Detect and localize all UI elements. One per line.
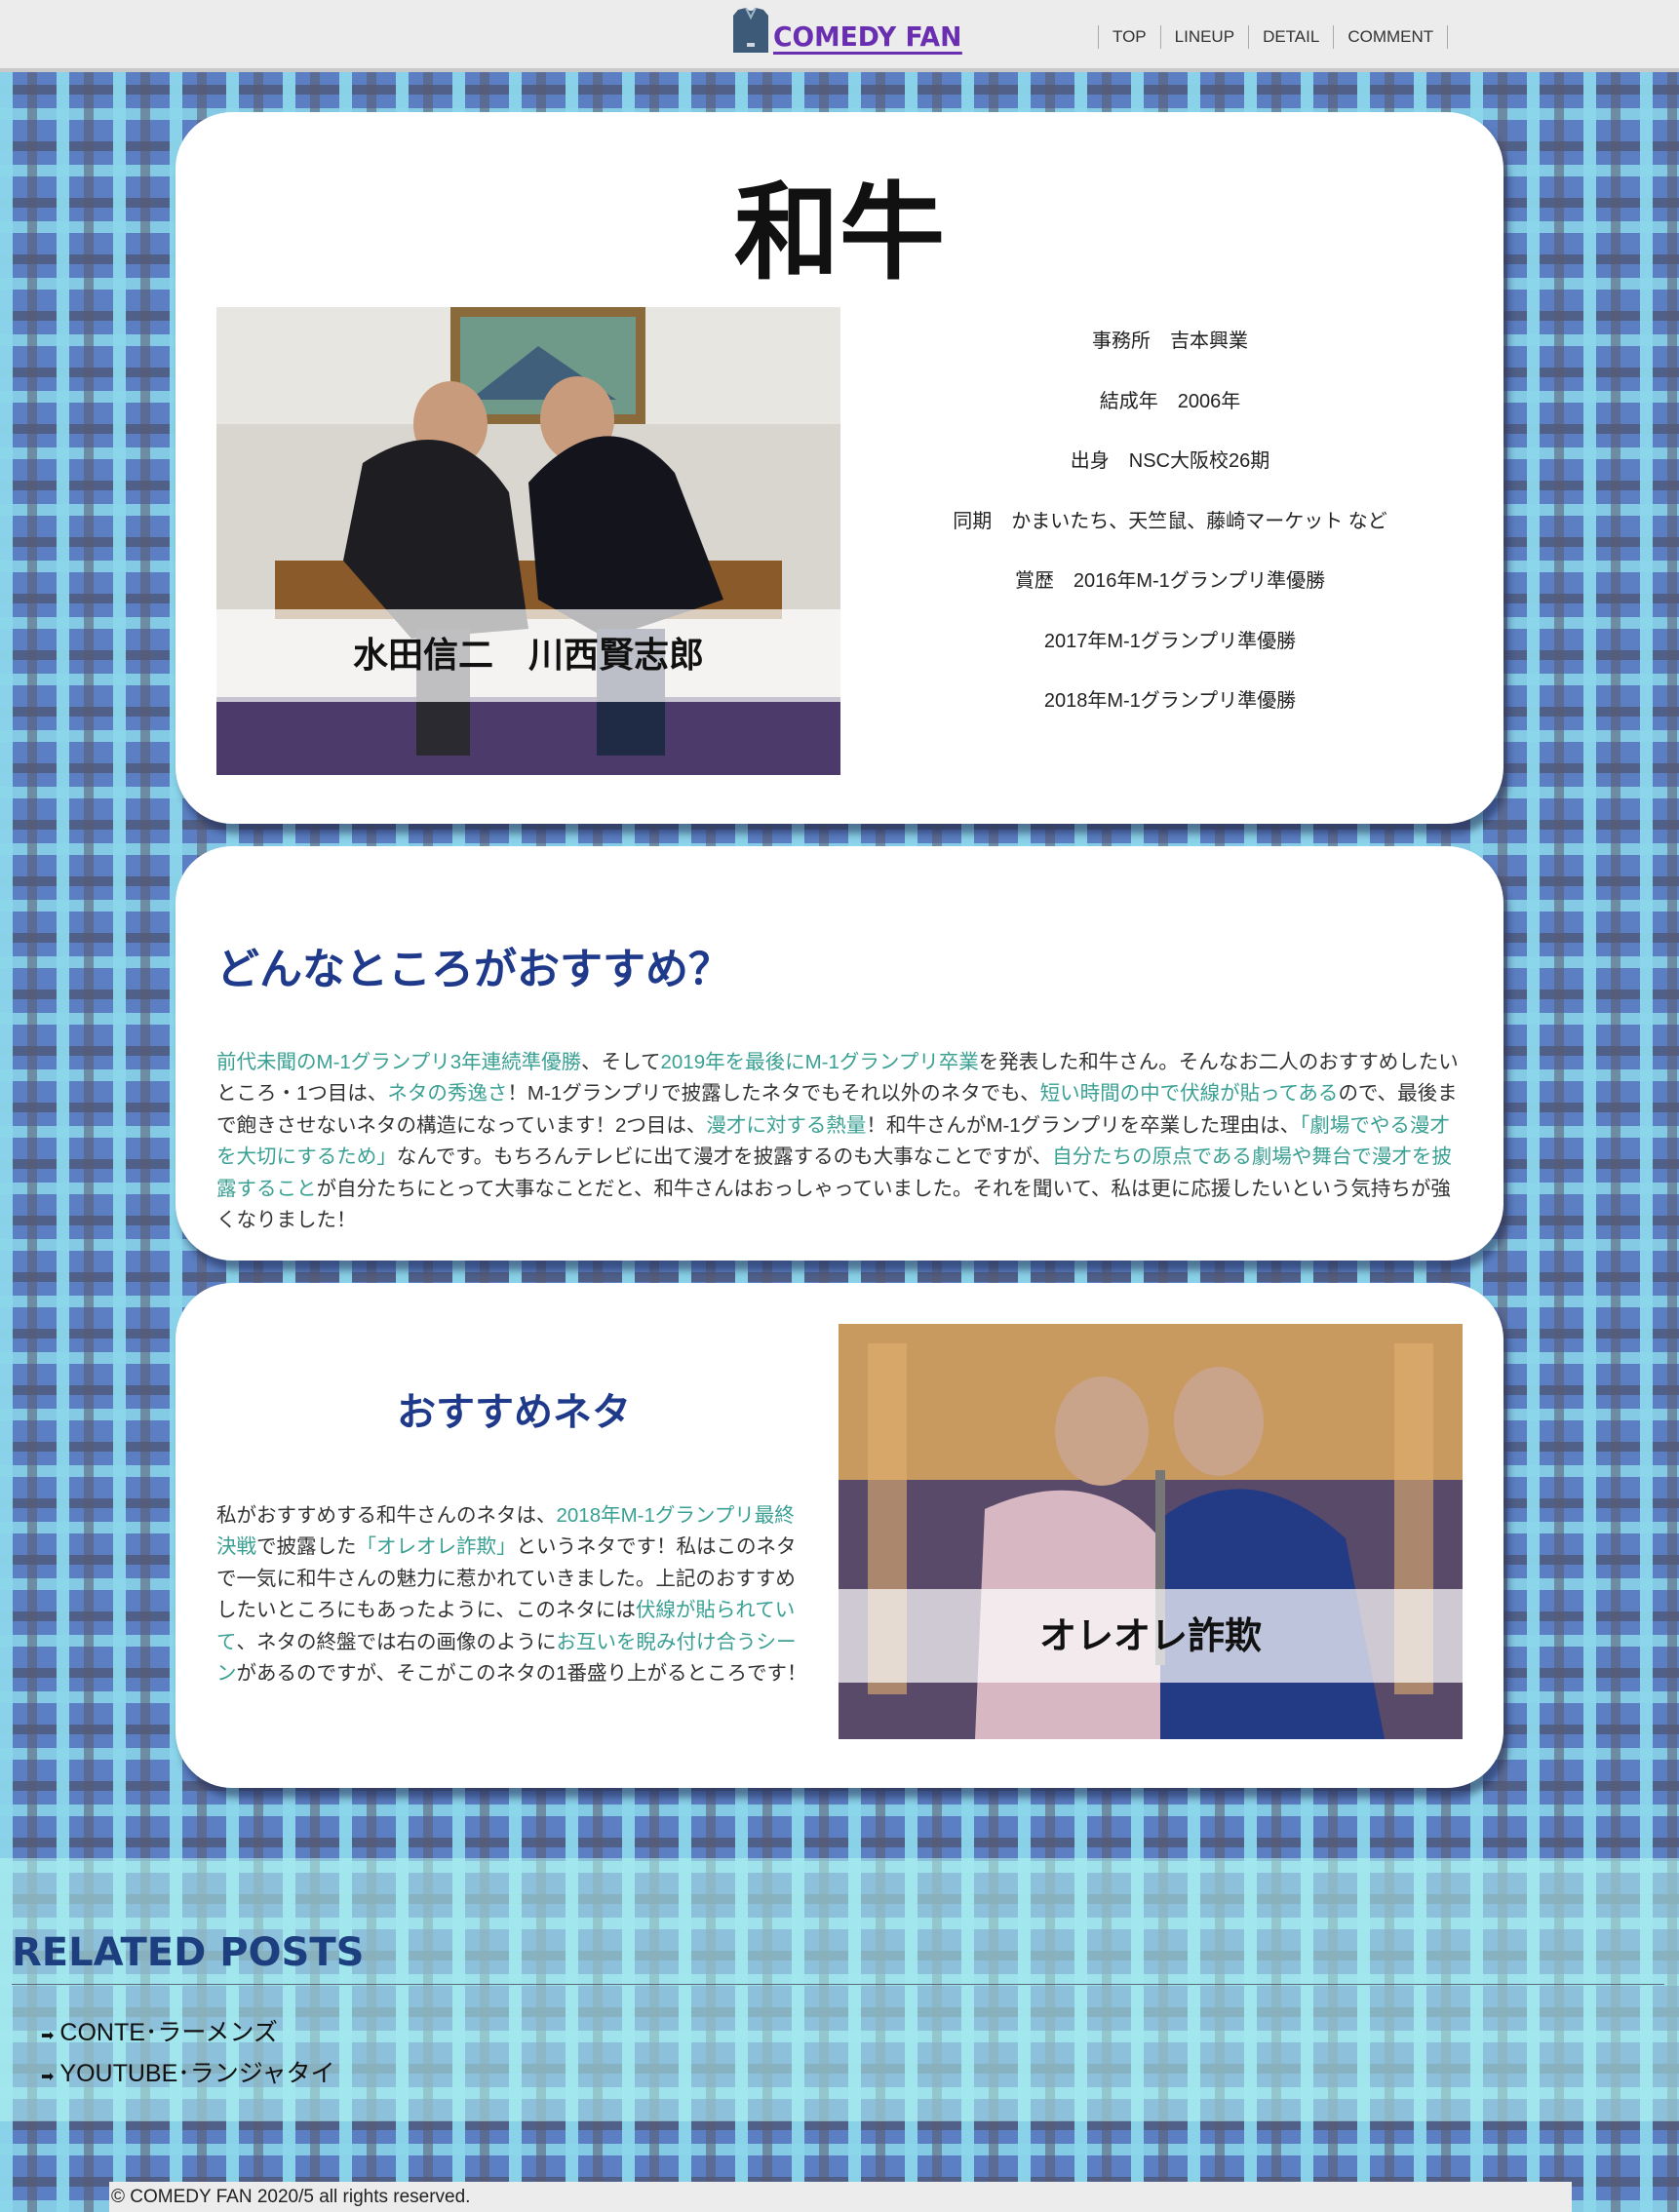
shirt-icon [733,7,768,53]
info-origin: 出身 NSC大阪校26期 [1070,450,1270,472]
site-footer: © COMEDY FAN 2020/5 all rights reserved. [109,2182,1572,2212]
info-award: 2017年M-1グランプリ準優勝 [1043,630,1297,652]
stage-photo-caption: オレオレ詐欺 [839,1589,1463,1683]
neta-card: おすすめネタ 私がおすすめする和牛さんのネタは、2018年M-1グランプリ最終決… [176,1283,1503,1788]
arrow-icon: ➡ [41,2028,55,2044]
nav-lineup[interactable]: LINEUP [1161,25,1250,49]
body-text: があるのですが、そこがこのネタの1番盛り上がるところです！ [236,1662,807,1685]
nav-comment[interactable]: COMMENT [1334,25,1449,49]
info-formed: 結成年 2006年 [1099,390,1241,412]
highlight-text: ネタの秀逸さ [387,1082,508,1105]
neta-heading: おすすめネタ [397,1390,631,1435]
logo-text: COMEDY FAN [773,20,962,55]
main-nav: TOP LINEUP DETAIL COMMENT [1098,25,1449,49]
related-item[interactable]: ➡ CONTE･ラーメンズ [41,2014,1664,2055]
related-title: RELATED POSTS [12,1925,1664,1985]
info-award: 2018年M-1グランプリ準優勝 [1043,690,1297,712]
body-text: が自分たちにとって大事なことだと、和牛さんはおっしゃっていました。それを聞いて、… [216,1177,1451,1232]
page-title: 和牛 [733,173,945,294]
highlight-text: 短い時間の中で伏線が貼ってある [1039,1082,1339,1105]
recommend-text: 前代未聞のM-1グランプリ3年連続準優勝、そして2019年を最後にM-1グランプ… [216,1047,1464,1237]
related-item-label: CONTE･ラーメンズ [59,2019,278,2046]
body-text: 私がおすすめする和牛さんのネタは、 [216,1503,557,1527]
related-posts: RELATED POSTS ➡ CONTE･ラーメンズ ➡ YOUTUBE･ランジャ… [12,1925,1664,2096]
recommend-heading: どんなところがおすすめ？ [216,945,731,994]
body-text: なんです。もちろんテレビに出て漫才を披露するのも大事なことですが、 [396,1145,1053,1168]
duo-photo-caption: 水田信二 川西賢志郎 [216,609,840,702]
info-award: 賞歴 2016年M-1グランプリ準優勝 [1014,570,1326,592]
recommend-card: どんなところがおすすめ？ 前代未聞のM-1グランプリ3年連続準優勝、そして201… [176,846,1503,1261]
body-text: ！M-1グランプリで披露したネタでもそれ以外のネタでも、 [507,1082,1040,1105]
profile-card: 和牛 水田信二 川西賢志郎 事務所 吉本興業 結成年 2006年 出身 NSC大… [176,112,1503,824]
arrow-icon: ➡ [41,2069,55,2085]
highlight-text: 前代未聞のM-1グランプリ3年連続準優勝 [216,1050,582,1073]
related-list: ➡ CONTE･ラーメンズ ➡ YOUTUBE･ランジャタイ [41,2014,1664,2096]
body-text: 、そして [581,1050,661,1073]
highlight-text: 「オレオレ詐欺」 [356,1535,517,1558]
highlight-text: 2019年を最後にM-1グランプリ卒業 [660,1050,979,1073]
duo-photo: 水田信二 川西賢志郎 [216,307,840,775]
related-item-label: YOUTUBE･ランジャタイ [59,2060,335,2087]
profile-info: 事務所 吉本興業 結成年 2006年 出身 NSC大阪校26期 同期 かまいたち… [897,329,1443,749]
nav-detail[interactable]: DETAIL [1249,25,1335,49]
stage-photo: オレオレ詐欺 [839,1324,1463,1739]
body-text: ！和牛さんがM-1グランプリを卒業した理由は、 [866,1113,1301,1137]
info-agency: 事務所 吉本興業 [1092,330,1248,352]
info-peers: 同期 かまいたち、天竺鼠、藤崎マーケット など [953,510,1387,532]
site-header: COMEDY FAN TOP LINEUP DETAIL COMMENT [0,0,1679,72]
site-logo[interactable]: COMEDY FAN [732,6,972,55]
body-text: で披露した [256,1535,357,1558]
duo-photo-image [216,307,840,775]
highlight-text: 漫才に対する熱量 [706,1113,867,1137]
related-item[interactable]: ➡ YOUTUBE･ランジャタイ [41,2055,1664,2096]
body-text: 、ネタの終盤では右の画像のように [236,1630,557,1653]
nav-top[interactable]: TOP [1099,25,1161,49]
neta-text: 私がおすすめする和牛さんのネタは、2018年M-1グランプリ最終決戦で披露した「… [216,1500,811,1690]
